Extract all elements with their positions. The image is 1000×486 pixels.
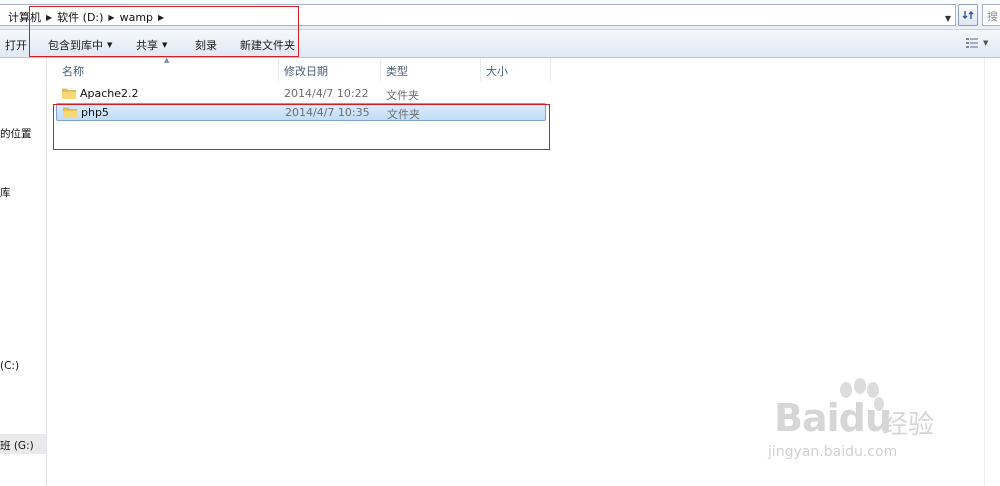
refresh-button[interactable] xyxy=(958,4,978,26)
nav-item-drive-g[interactable]: 班 (G:) xyxy=(0,438,34,453)
column-header-size[interactable]: 大小 xyxy=(486,63,508,85)
file-date: 2014/4/7 10:22 xyxy=(284,87,369,100)
open-label: 打开 xyxy=(5,39,27,52)
view-options-button[interactable]: ▼ xyxy=(966,37,988,49)
column-header-name[interactable]: 名称 xyxy=(62,63,84,85)
nav-item-libraries[interactable]: 库 xyxy=(0,185,11,200)
column-divider[interactable] xyxy=(278,59,279,81)
address-history-dropdown-icon[interactable]: ▼ xyxy=(942,11,954,27)
open-button[interactable]: 打开 xyxy=(5,37,27,53)
column-divider[interactable] xyxy=(480,59,481,81)
column-divider[interactable] xyxy=(550,59,551,81)
refresh-icon xyxy=(962,11,974,19)
column-header-date[interactable]: 修改日期 xyxy=(284,63,328,85)
folder-icon xyxy=(62,88,76,99)
nav-item-drive-c[interactable]: (C:) xyxy=(0,360,19,372)
watermark-brand: Baidu xyxy=(774,396,892,440)
watermark-url: jingyan.baidu.com xyxy=(768,444,898,460)
sort-ascending-icon: ▲ xyxy=(164,56,170,64)
nav-item-recent-places[interactable]: 的位置 xyxy=(0,126,32,141)
details-view-icon xyxy=(966,38,978,48)
file-row-apache[interactable]: Apache2.2 2014/4/7 10:22 文件夹 xyxy=(56,85,546,103)
file-name: Apache2.2 xyxy=(80,87,139,100)
file-type: 文件夹 xyxy=(386,89,419,102)
vertical-scrollbar[interactable] xyxy=(984,58,1000,486)
view-dropdown-arrow-icon: ▼ xyxy=(983,39,989,47)
watermark-cn: 经验 xyxy=(882,410,935,440)
annotation-box-address xyxy=(29,6,299,57)
column-header-type[interactable]: 类型 xyxy=(386,63,408,85)
navigation-pane: 的位置 库 (C:) 班 (G:) xyxy=(0,58,47,486)
column-divider[interactable] xyxy=(380,59,381,81)
annotation-box-php5 xyxy=(53,104,550,150)
search-input[interactable]: 搜 xyxy=(982,4,1000,26)
